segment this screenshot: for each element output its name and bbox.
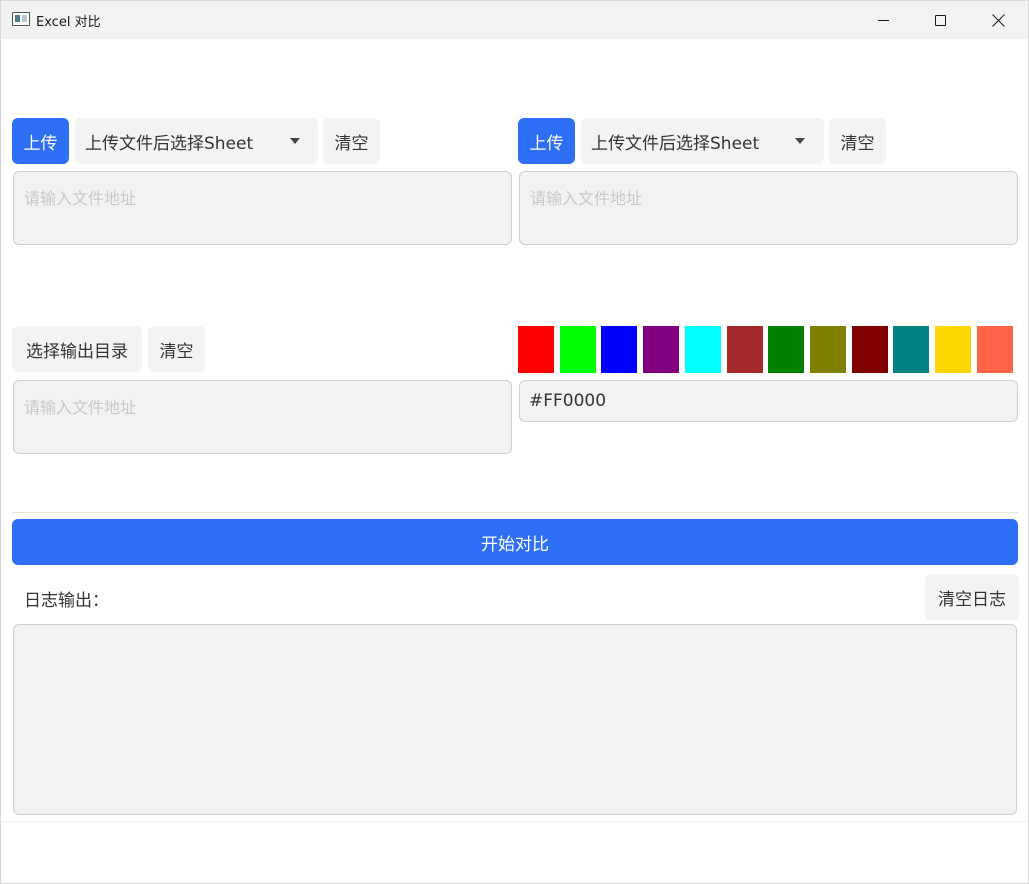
color-swatch[interactable] — [893, 326, 929, 373]
log-title: 日志输出： — [24, 591, 109, 611]
output-path-placeholder: 请输入文件地址 — [24, 398, 137, 417]
left-clear-button[interactable]: 清空 — [323, 118, 380, 164]
maximize-icon — [934, 14, 946, 26]
right-path-input[interactable]: 请输入文件地址 — [519, 171, 1018, 245]
close-button[interactable] — [969, 1, 1027, 39]
color-value: #FF0000 — [529, 391, 607, 411]
color-swatch[interactable] — [852, 326, 888, 373]
left-sheet-select[interactable]: 上传文件后选择Sheet — [75, 118, 318, 164]
color-swatch[interactable] — [768, 326, 804, 373]
color-swatch[interactable] — [643, 326, 679, 373]
color-swatch[interactable] — [935, 326, 971, 373]
app-window: Excel 对比 上传 上传文件后选择Sheet 清空 请输入文件地址 上传 上… — [0, 0, 1029, 884]
right-upload-button[interactable]: 上传 — [518, 118, 575, 164]
color-swatch[interactable] — [727, 326, 763, 373]
left-path-placeholder: 请输入文件地址 — [24, 189, 137, 208]
right-sheet-select[interactable]: 上传文件后选择Sheet — [581, 118, 824, 164]
close-icon — [992, 14, 1005, 27]
right-path-placeholder: 请输入文件地址 — [530, 189, 643, 208]
window-title: Excel 对比 — [36, 15, 101, 30]
left-sheet-select-label: 上传文件后选择Sheet — [85, 133, 254, 154]
select-output-dir-button[interactable]: 选择输出目录 — [12, 326, 142, 372]
log-output[interactable] — [13, 624, 1017, 815]
left-path-input[interactable]: 请输入文件地址 — [13, 171, 512, 245]
color-swatch[interactable] — [518, 326, 554, 373]
chevron-down-icon — [290, 138, 300, 144]
output-clear-button[interactable]: 清空 — [148, 326, 205, 372]
clear-log-button[interactable]: 清空日志 — [925, 574, 1019, 620]
divider — [12, 512, 1018, 513]
color-swatch[interactable] — [560, 326, 596, 373]
maximize-button[interactable] — [911, 1, 969, 39]
left-upload-button[interactable]: 上传 — [12, 118, 69, 164]
bottom-divider — [1, 821, 1028, 822]
color-swatch[interactable] — [601, 326, 637, 373]
color-swatch[interactable] — [977, 326, 1013, 373]
start-compare-button[interactable]: 开始对比 — [12, 519, 1018, 565]
chevron-down-icon — [795, 138, 805, 144]
output-path-input[interactable]: 请输入文件地址 — [13, 380, 512, 454]
color-value-input[interactable]: #FF0000 — [519, 380, 1018, 422]
color-swatch[interactable] — [810, 326, 846, 373]
app-icon — [12, 12, 30, 26]
right-sheet-select-label: 上传文件后选择Sheet — [591, 133, 760, 154]
right-clear-button[interactable]: 清空 — [829, 118, 886, 164]
minimize-icon — [877, 19, 889, 21]
minimize-button[interactable] — [854, 1, 912, 39]
color-swatch[interactable] — [685, 326, 721, 373]
title-bar: Excel 对比 — [1, 1, 1028, 39]
